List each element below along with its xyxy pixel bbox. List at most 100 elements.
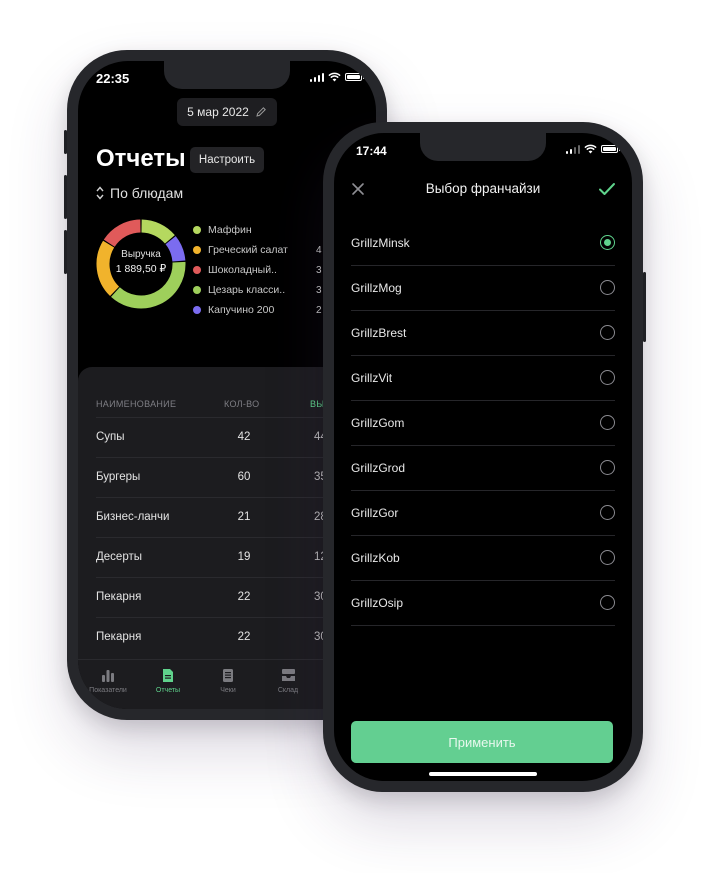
- column-header-qty: КОЛ-ВО: [224, 399, 260, 409]
- legend-value: 2: [316, 304, 322, 316]
- franchise-item[interactable]: GrillzMinsk: [351, 221, 615, 266]
- phone-franchise: 17:44 Выбор франчайзи GrillzMinsk GrillzM…: [323, 122, 646, 792]
- notch: [164, 61, 290, 89]
- date-picker[interactable]: 5 мар 2022: [177, 98, 277, 126]
- legend-value: 4: [316, 244, 322, 256]
- legend-color-dot: [193, 226, 201, 234]
- franchise-name: GrillzMinsk: [351, 236, 410, 250]
- legend-item: Греческий салат 4: [193, 240, 328, 260]
- franchise-item[interactable]: GrillzKob: [351, 536, 615, 581]
- legend-value: 3: [316, 284, 322, 296]
- franchise-name: GrillzGrod: [351, 461, 406, 475]
- donut-slice: [141, 219, 175, 244]
- mute-switch: [64, 130, 67, 154]
- apply-button[interactable]: Применить: [351, 721, 613, 763]
- legend-item: Маффин: [193, 220, 328, 240]
- legend-item: Цезарь класси.. 3: [193, 280, 328, 300]
- pencil-icon: [256, 107, 266, 117]
- signal-icon: [565, 144, 580, 154]
- donut-center-label: Выручка: [121, 249, 161, 260]
- donut-slice: [103, 219, 141, 248]
- inbox-icon: [258, 668, 318, 684]
- row-qty: 21: [237, 511, 251, 523]
- radio-unchecked-icon[interactable]: [600, 415, 615, 430]
- franchise-name: GrillzKob: [351, 551, 400, 565]
- franchise-screen: 17:44 Выбор франчайзи GrillzMinsk GrillzM…: [334, 133, 632, 781]
- legend-item: Шоколадный.. 3: [193, 260, 328, 280]
- status-time: 22:35: [96, 71, 130, 86]
- donut-center-value: 1 889,50 ₽: [115, 263, 167, 275]
- franchise-name: GrillzGor: [351, 506, 399, 520]
- franchise-list: GrillzMinsk GrillzMog GrillzBrest GrillzVit…: [351, 221, 615, 626]
- date-label: 5 мар 2022: [187, 105, 249, 119]
- signal-icon: [309, 72, 324, 82]
- franchise-name: GrillzMog: [351, 281, 402, 295]
- configure-button[interactable]: Настроить: [190, 147, 264, 173]
- row-name: Супы: [96, 431, 125, 443]
- row-qty: 19: [237, 551, 251, 563]
- volume-up-button: [64, 175, 67, 219]
- franchise-item[interactable]: GrillzBrest: [351, 311, 615, 356]
- tab-label: Чеки: [220, 687, 236, 694]
- row-name: Бизнес-ланчи: [96, 511, 170, 523]
- tab-bar-chart[interactable]: Показатели: [78, 668, 138, 694]
- radio-checked-icon[interactable]: [600, 235, 615, 250]
- legend-item: Капучино 200 2: [193, 300, 328, 320]
- legend-color-dot: [193, 286, 201, 294]
- legend-value: 3: [316, 264, 322, 276]
- volume-down-button: [64, 230, 67, 274]
- radio-unchecked-icon[interactable]: [600, 280, 615, 295]
- confirm-button[interactable]: [596, 179, 618, 199]
- receipt-icon: [198, 668, 258, 684]
- tab-receipt[interactable]: Чеки: [198, 668, 258, 694]
- status-icons: [309, 72, 364, 82]
- battery-icon: [345, 73, 364, 81]
- sort-label: По блюдам: [110, 185, 184, 201]
- notch: [420, 133, 546, 161]
- row-name: Пекарня: [96, 591, 142, 603]
- bar-chart-icon: [78, 668, 138, 684]
- row-qty: 22: [237, 591, 251, 603]
- tab-label: Отчеты: [155, 687, 181, 694]
- franchise-item[interactable]: GrillzMog: [351, 266, 615, 311]
- checkmark-icon: [599, 183, 615, 195]
- sort-selector[interactable]: По блюдам: [96, 185, 183, 201]
- row-qty: 42: [237, 431, 251, 443]
- franchise-name: GrillzVit: [351, 371, 393, 385]
- power-button: [643, 272, 646, 342]
- tab-document[interactable]: Отчеты: [138, 668, 198, 694]
- wifi-icon: [328, 72, 341, 82]
- legend-color-dot: [193, 266, 201, 274]
- battery-icon: [601, 145, 620, 153]
- tab-label: Склад: [277, 687, 299, 694]
- screen-title: Выбор франчайзи: [425, 181, 541, 196]
- radio-unchecked-icon[interactable]: [600, 505, 615, 520]
- legend-label: Капучино 200: [208, 304, 275, 316]
- sort-icon: [96, 186, 104, 200]
- franchise-item[interactable]: GrillzVit: [351, 356, 615, 401]
- franchise-item[interactable]: GrillzGor: [351, 491, 615, 536]
- legend-label: Шоколадный..: [208, 264, 277, 276]
- document-icon: [138, 668, 198, 684]
- revenue-donut-chart: Выручка 1 889,50 ₽: [96, 219, 186, 309]
- franchise-item[interactable]: GrillzOsip: [351, 581, 615, 626]
- status-time: 17:44: [356, 144, 387, 158]
- column-header-name: НАИМЕНОВАНИЕ: [96, 399, 177, 409]
- legend-label: Греческий салат: [208, 244, 288, 256]
- radio-unchecked-icon[interactable]: [600, 550, 615, 565]
- legend-color-dot: [193, 246, 201, 254]
- radio-unchecked-icon[interactable]: [600, 595, 615, 610]
- wifi-icon: [584, 144, 597, 154]
- row-name: Пекарня: [96, 631, 142, 643]
- row-qty: 60: [237, 471, 251, 483]
- row-qty: 22: [237, 631, 251, 643]
- franchise-name: GrillzBrest: [351, 326, 407, 340]
- radio-unchecked-icon[interactable]: [600, 325, 615, 340]
- radio-unchecked-icon[interactable]: [600, 460, 615, 475]
- franchise-item[interactable]: GrillzGom: [351, 401, 615, 446]
- radio-unchecked-icon[interactable]: [600, 370, 615, 385]
- franchise-item[interactable]: GrillzGrod: [351, 446, 615, 491]
- franchise-name: GrillzOsip: [351, 596, 404, 610]
- legend-label: Маффин: [208, 224, 252, 236]
- tab-inbox[interactable]: Склад: [258, 668, 318, 694]
